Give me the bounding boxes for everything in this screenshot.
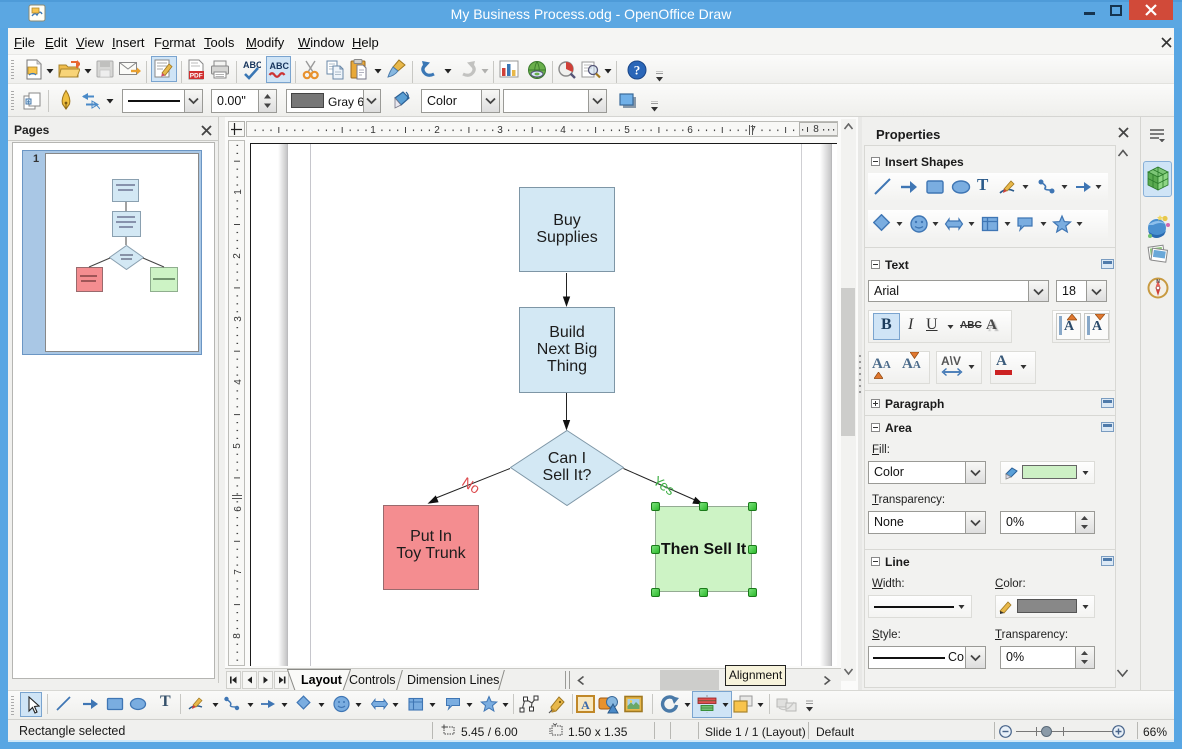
svg-text:ABC: ABC — [270, 61, 290, 71]
svg-text:A: A — [581, 698, 590, 712]
svg-text:?: ? — [634, 63, 641, 78]
svg-text:PDF: PDF — [190, 73, 203, 80]
svg-text:N: N — [1156, 279, 1160, 285]
svg-text:Yes: Yes — [650, 476, 678, 498]
svg-text:No: No — [459, 476, 483, 497]
